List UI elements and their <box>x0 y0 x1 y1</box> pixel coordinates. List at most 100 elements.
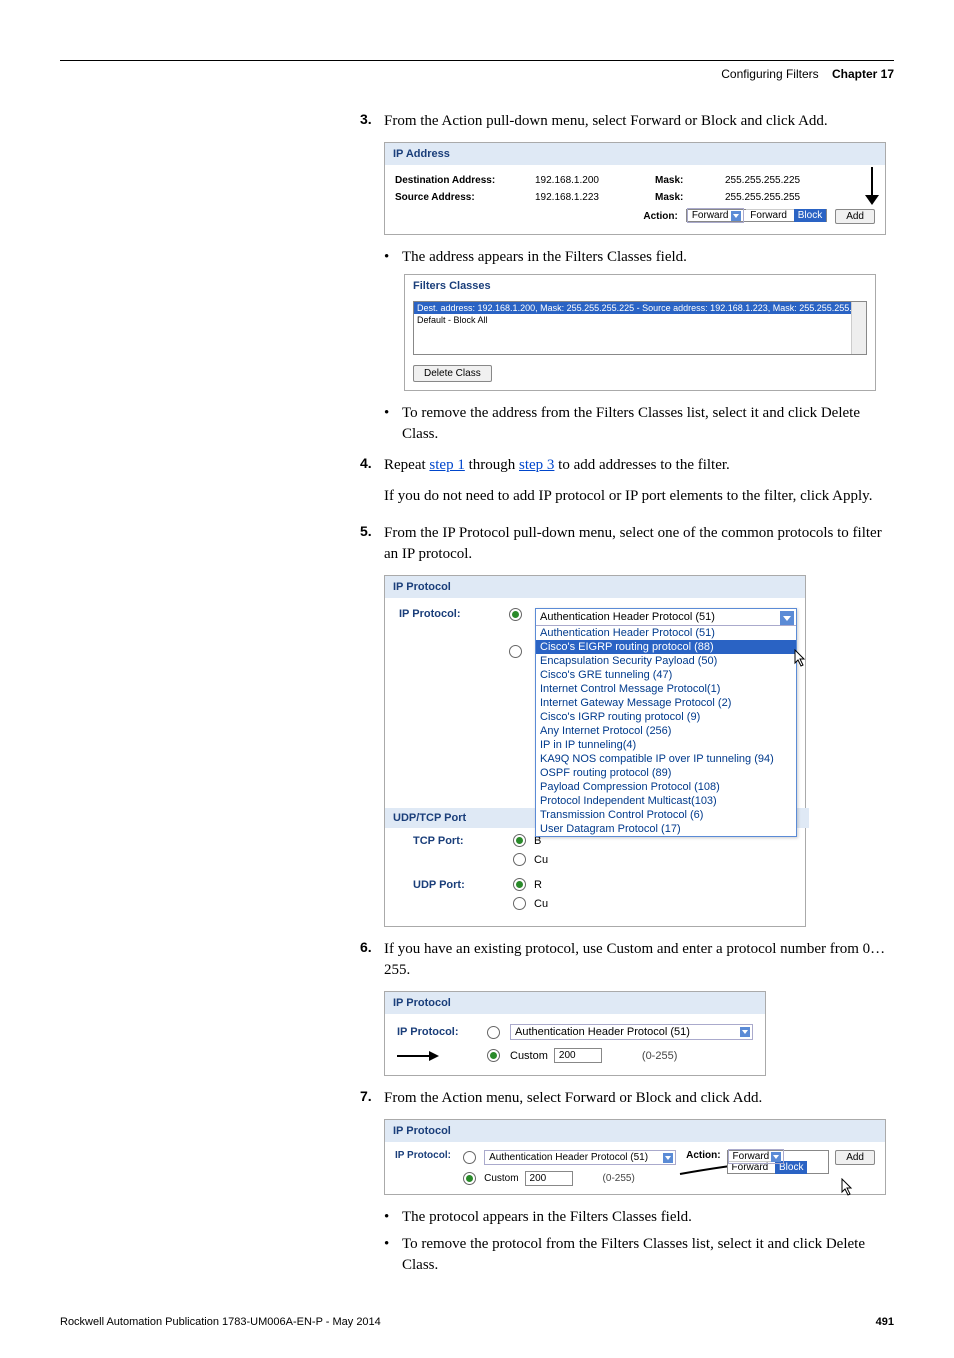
step-4-note: If you do not need to add IP protocol or… <box>384 486 894 507</box>
radio-list[interactable] <box>487 1026 500 1039</box>
radio-udp-custom[interactable] <box>513 897 526 910</box>
t: through <box>465 457 519 473</box>
proto-opt[interactable]: Payload Compression Protocol (108) <box>536 780 796 794</box>
dest-mask-value: 255.255.255.225 <box>725 175 825 186</box>
custom-label: Custom <box>484 1173 518 1184</box>
ip-protocol-panel: IP Protocol IP Protocol: Authentication … <box>384 575 806 927</box>
proto-opt[interactable]: Cisco's IGRP routing protocol (9) <box>536 710 796 724</box>
step-text: From the IP Protocol pull-down menu, sel… <box>384 523 894 565</box>
filters-row-selected[interactable]: Dest. address: 192.168.1.200, Mask: 255.… <box>414 302 866 314</box>
proto-opt[interactable]: Internet Gateway Message Protocol (2) <box>536 696 796 710</box>
proto-select[interactable]: Authentication Header Protocol (51) <box>510 1024 753 1040</box>
proto-opt[interactable]: Any Internet Protocol (256) <box>536 724 796 738</box>
src-addr-label: Source Address: <box>395 192 505 203</box>
action-dropdown[interactable]: Forward Forward Block <box>727 1150 830 1174</box>
page-header: Configuring Filters Chapter 17 <box>60 67 894 81</box>
proto-opt[interactable]: Internet Control Message Protocol(1) <box>536 682 796 696</box>
bullet-remove-address: To remove the address from the Filters C… <box>384 403 894 445</box>
page-number: 491 <box>876 1316 894 1328</box>
custom-label: Custom <box>510 1050 548 1062</box>
radio-tcp-list[interactable] <box>513 834 526 847</box>
proto-opt[interactable]: OSPF routing protocol (89) <box>536 766 796 780</box>
step-text: If you have an existing protocol, use Cu… <box>384 939 894 981</box>
delete-class-button[interactable]: Delete Class <box>413 365 492 382</box>
step-4: 4. Repeat step 1 through step 3 to add a… <box>360 455 894 476</box>
src-addr-value: 192.168.1.223 <box>535 192 625 203</box>
action-opt-block[interactable]: Block <box>794 209 826 222</box>
radio-tcp-custom[interactable] <box>513 853 526 866</box>
proto-opt[interactable]: User Datagram Protocol (17) <box>536 822 796 836</box>
dest-addr-label: Destination Address: <box>395 175 505 186</box>
proto-opt[interactable]: Encapsulation Security Payload (50) <box>536 654 796 668</box>
frag-r: R <box>534 879 542 891</box>
radio-protocol-list[interactable] <box>509 608 522 621</box>
custom-value-input[interactable] <box>554 1048 602 1063</box>
ip-protocol-label: IP Protocol: <box>399 608 509 620</box>
tcp-port-label: TCP Port: <box>413 835 513 847</box>
proto-opt[interactable]: KA9Q NOS compatible IP over IP tunneling… <box>536 752 796 766</box>
ip-protocol-dropdown[interactable]: Authentication Header Protocol (51) Auth… <box>535 608 797 837</box>
step-text: Repeat step 1 through step 3 to add addr… <box>384 455 894 476</box>
proto-opt[interactable]: Transmission Control Protocol (6) <box>536 808 796 822</box>
filters-classes-panel: Filters Classes Dest. address: 192.168.1… <box>404 274 876 391</box>
action-dropdown[interactable]: Forward Forward Block <box>686 209 827 222</box>
add-button[interactable]: Add <box>835 209 875 224</box>
step-num: 3. <box>360 111 384 132</box>
bullet-text: To remove the protocol from the Filters … <box>402 1234 894 1276</box>
arrow-annotation <box>397 1051 441 1061</box>
proto-selected-text: Authentication Header Protocol (51) <box>489 1152 648 1163</box>
step-num: 6. <box>360 939 384 981</box>
chevron-down-icon <box>663 1153 673 1163</box>
proto-opt[interactable]: Protocol Independent Multicast(103) <box>536 794 796 808</box>
panel-header: IP Protocol <box>385 576 805 598</box>
action-selected: Forward <box>692 210 729 221</box>
bullet-dot <box>384 403 402 445</box>
frag-cu2: Cu <box>534 898 548 910</box>
proto-opt[interactable]: Authentication Header Protocol (51) <box>536 626 796 640</box>
bullet-protocol-appears: The protocol appears in the Filters Clas… <box>384 1207 894 1228</box>
mask-label: Mask: <box>655 192 695 203</box>
chevron-down-icon <box>780 611 794 625</box>
panel-header: IP Address <box>385 143 885 165</box>
proto-opt[interactable]: IP in IP tunneling(4) <box>536 738 796 752</box>
step-5: 5. From the IP Protocol pull-down menu, … <box>360 523 894 565</box>
step1-link[interactable]: step 1 <box>429 457 464 473</box>
bullet-dot <box>384 1234 402 1276</box>
proto-selected-text: Authentication Header Protocol (51) <box>515 1026 690 1038</box>
proto-opt[interactable]: Cisco's GRE tunneling (47) <box>536 668 796 682</box>
src-mask-value: 255.255.255.255 <box>725 192 825 203</box>
chapter-label: Chapter 17 <box>832 67 894 81</box>
mask-label: Mask: <box>655 175 695 186</box>
custom-value-input[interactable] <box>525 1171 573 1186</box>
step3-link[interactable]: step 3 <box>519 457 554 473</box>
proto-select[interactable]: Authentication Header Protocol (51) <box>484 1150 676 1165</box>
radio-custom[interactable] <box>463 1172 476 1185</box>
proto-opt[interactable]: Cisco's EIGRP routing protocol (88) <box>536 640 796 654</box>
ip-address-panel: IP Address Destination Address: 192.168.… <box>384 142 886 235</box>
bullet-dot <box>384 1207 402 1228</box>
bullet-address-appears: The address appears in the Filters Class… <box>384 247 894 268</box>
bullet-dot <box>384 247 402 268</box>
bullet-remove-protocol: To remove the protocol from the Filters … <box>384 1234 894 1276</box>
filters-listbox[interactable]: Dest. address: 192.168.1.200, Mask: 255.… <box>413 301 867 355</box>
step-text: From the Action pull-down menu, select F… <box>384 111 894 132</box>
radio-custom[interactable] <box>487 1049 500 1062</box>
arrow-annotation <box>863 167 881 207</box>
cursor-icon <box>794 649 808 667</box>
radio-udp-list[interactable] <box>513 878 526 891</box>
proto-selected: Authentication Header Protocol (51) <box>540 611 715 623</box>
page-footer: Rockwell Automation Publication 1783-UM0… <box>60 1316 894 1328</box>
radio-protocol-custom[interactable] <box>509 645 522 658</box>
action-label: Action: <box>643 211 677 222</box>
dest-addr-value: 192.168.1.200 <box>535 175 625 186</box>
filters-row[interactable]: Default - Block All <box>414 314 866 326</box>
add-button[interactable]: Add <box>835 1150 875 1165</box>
section-title: Configuring Filters <box>721 67 818 81</box>
cursor-icon <box>841 1178 855 1196</box>
bullet-text: The address appears in the Filters Class… <box>402 247 687 268</box>
radio-list[interactable] <box>463 1151 476 1164</box>
scrollbar[interactable] <box>851 302 866 354</box>
chevron-down-icon <box>731 211 741 221</box>
action-opt-forward[interactable]: Forward <box>746 209 791 222</box>
frag-cu: Cu <box>534 854 548 866</box>
